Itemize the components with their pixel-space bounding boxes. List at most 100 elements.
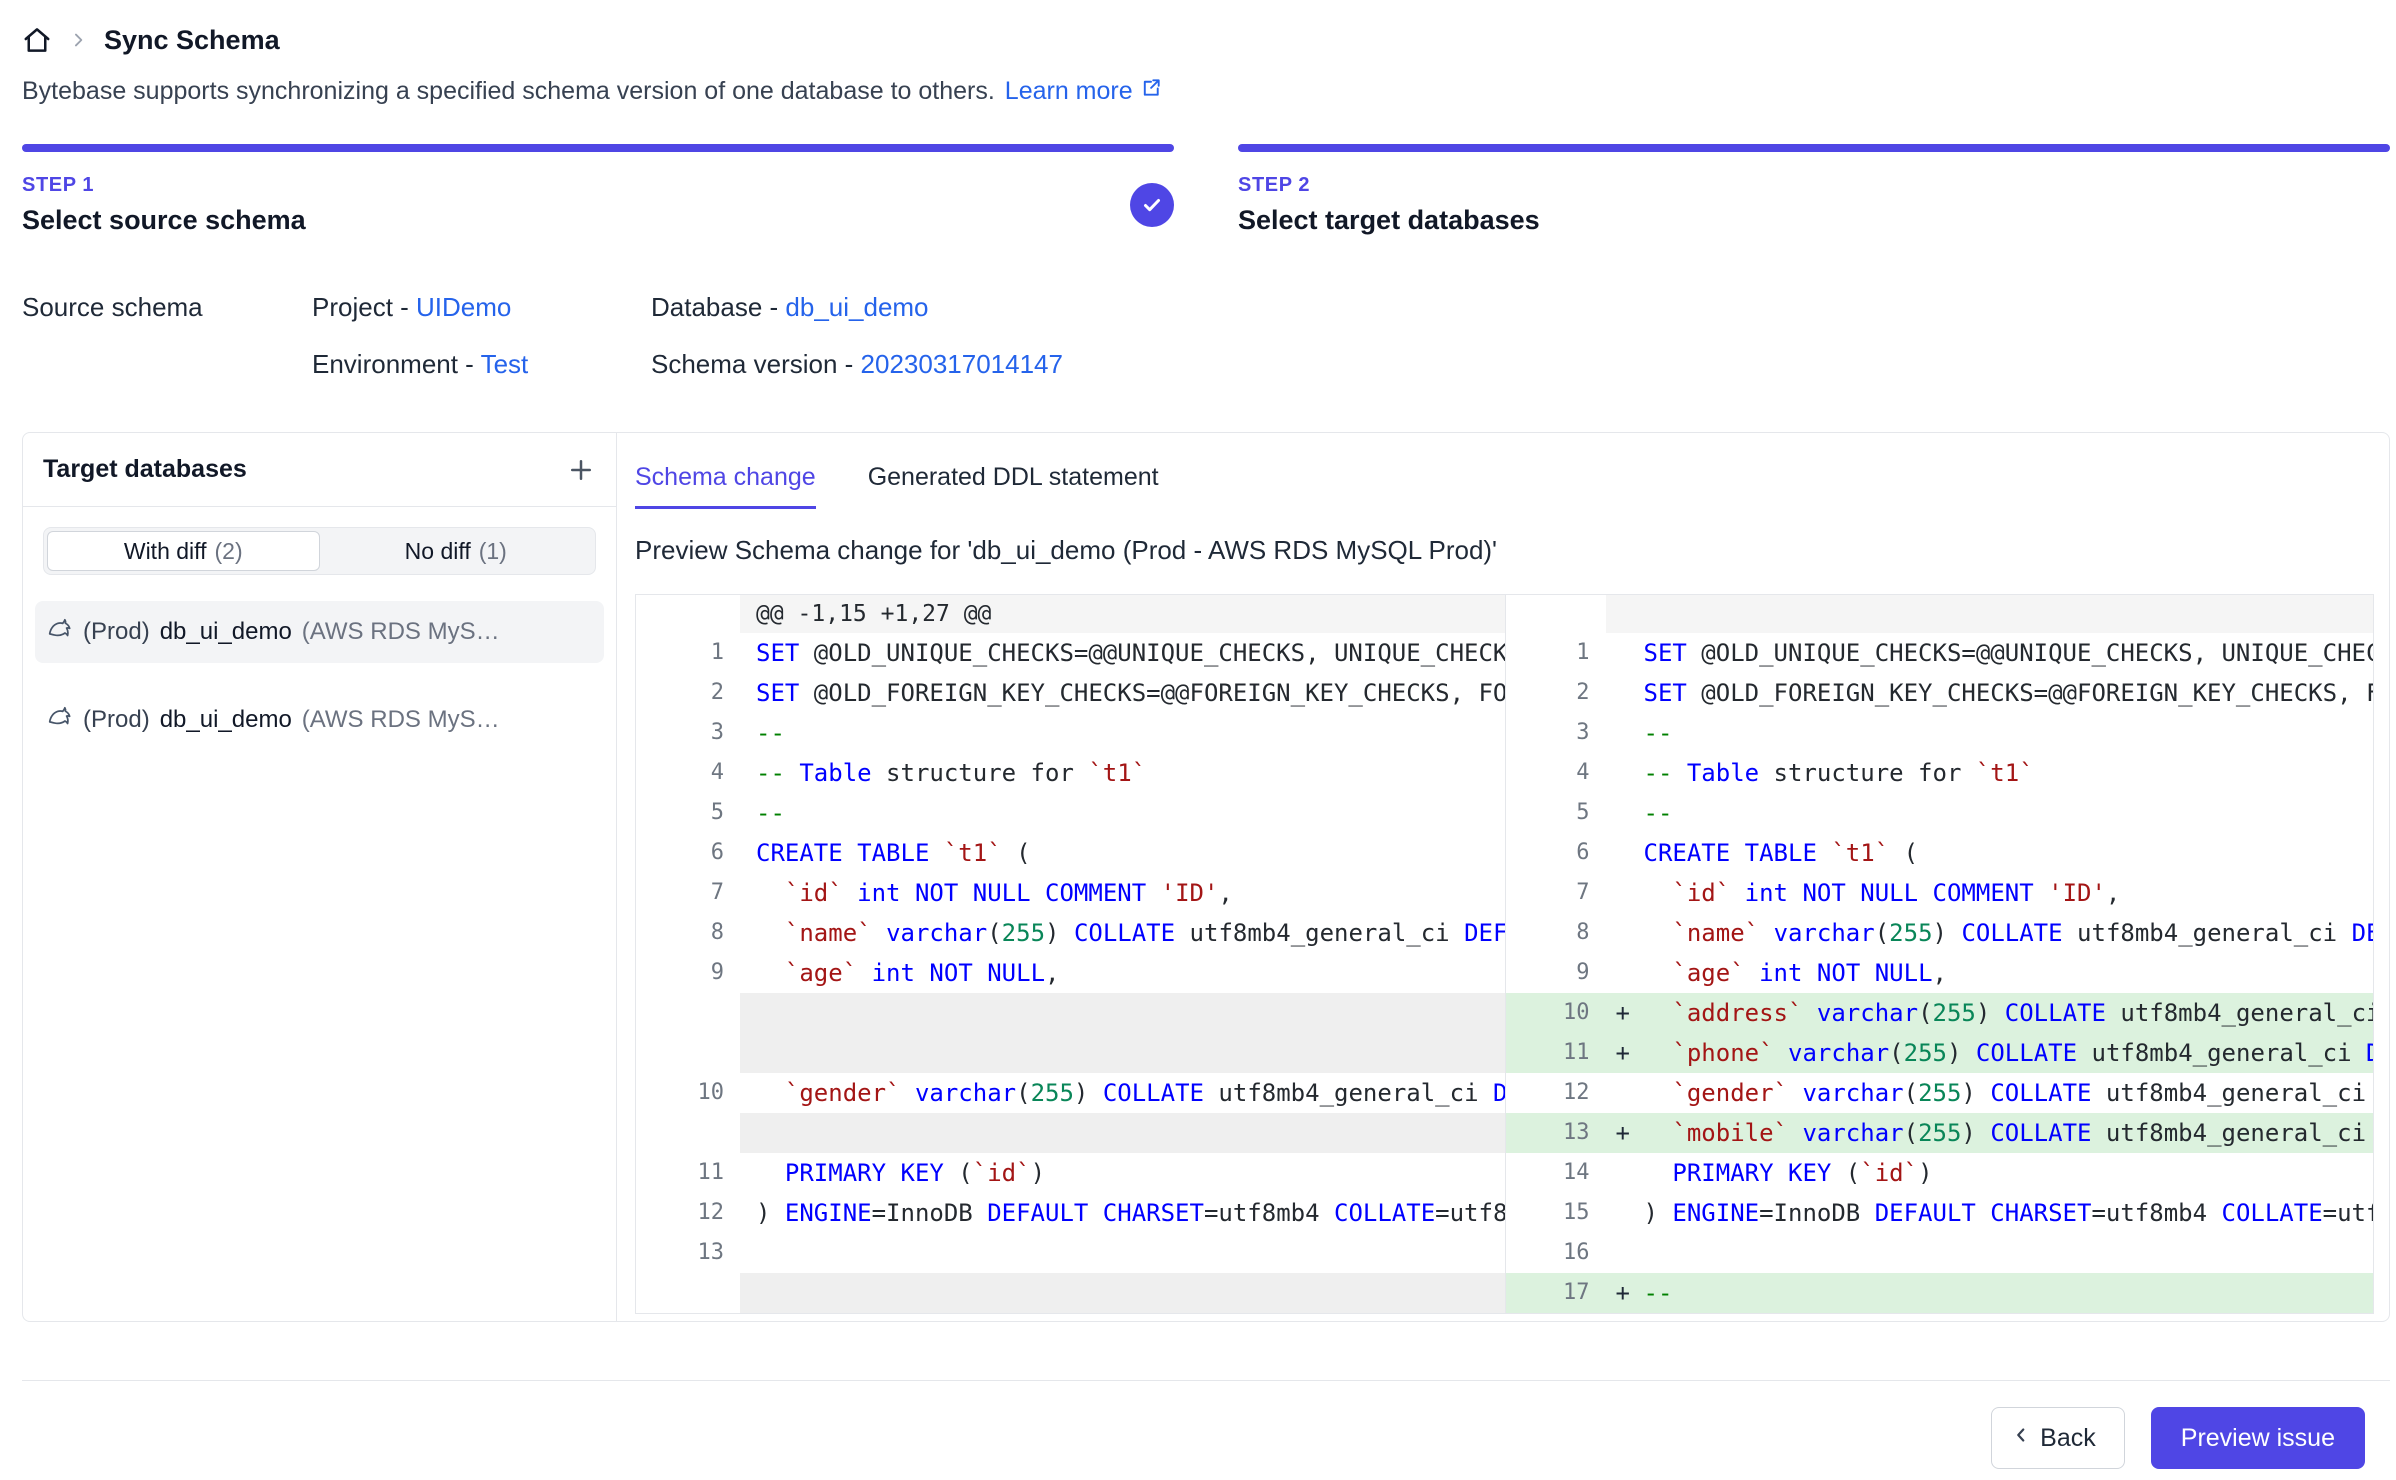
target-databases-panel: Target databases With diff (2) No diff (… — [23, 433, 617, 1321]
tab-schema-change[interactable]: Schema change — [635, 463, 816, 509]
diff-row: 7 `id` int NOT NULL COMMENT 'ID', — [1506, 873, 2374, 913]
diff-row: 13 — [636, 1233, 1505, 1273]
line-number: 6 — [636, 833, 740, 873]
target-database-list: (Prod) db_ui_demo (AWS RDS MyS… (Prod) d… — [23, 601, 616, 751]
environment-field-label: Environment - — [312, 349, 481, 379]
diff-row: 8 `name` varchar(255) COLLATE utf8mb4_ge… — [636, 913, 1505, 953]
diff-row: 8 `name` varchar(255) COLLATE utf8mb4_ge… — [1506, 913, 2374, 953]
diff-row: 7 `id` int NOT NULL COMMENT 'ID', — [636, 873, 1505, 913]
diff-marker — [740, 793, 756, 833]
diff-marker: + — [1606, 1273, 1644, 1313]
chevron-right-icon — [68, 30, 88, 50]
diff-row: 2SET @OLD_FOREIGN_KEY_CHECKS=@@FOREIGN_K… — [636, 673, 1505, 713]
preview-tabs: Schema change Generated DDL statement — [635, 463, 2374, 509]
diff-row: 11 PRIMARY KEY (`id`) — [636, 1153, 1505, 1193]
tab-no-diff[interactable]: No diff (1) — [320, 531, 593, 571]
line-number: 9 — [636, 953, 740, 993]
diff-marker — [740, 1113, 756, 1153]
mysql-icon — [47, 704, 73, 737]
line-number: 12 — [636, 1193, 740, 1233]
schema-version-link[interactable]: 20230317014147 — [861, 349, 1063, 379]
code-line: SET @OLD_UNIQUE_CHECKS=@@UNIQUE_CHECKS, … — [1644, 633, 2374, 673]
target-database-item-2[interactable]: (Prod) db_ui_demo (AWS RDS MyS… — [35, 689, 604, 751]
preview-issue-button[interactable]: Preview issue — [2151, 1407, 2365, 1469]
code-line: SET @OLD_FOREIGN_KEY_CHECKS=@@FOREIGN_KE… — [756, 673, 1505, 713]
source-schema-summary: Source schema Project - UIDemo Database … — [22, 292, 2390, 380]
code-line: SET @OLD_UNIQUE_CHECKS=@@UNIQUE_CHECKS, … — [756, 633, 1505, 673]
environment-link[interactable]: Test — [481, 349, 529, 379]
diff-row: 17+-- — [1506, 1273, 2374, 1313]
diff-marker — [1606, 1073, 1644, 1113]
tab-no-diff-label: No diff — [405, 538, 471, 565]
diff-marker — [740, 1233, 756, 1273]
target-database-item-1[interactable]: (Prod) db_ui_demo (AWS RDS MyS… — [35, 601, 604, 663]
code-line: -- — [1644, 1273, 2374, 1313]
diff-row: 5 -- — [636, 793, 1505, 833]
diff-marker — [1606, 793, 1644, 833]
diff-marker — [1606, 873, 1644, 913]
code-line: `id` int NOT NULL COMMENT 'ID', — [1644, 873, 2374, 913]
line-number: 7 — [1506, 873, 1606, 913]
schema-preview-section: Schema change Generated DDL statement Pr… — [617, 433, 2389, 1321]
sync-schema-page: Sync Schema Bytebase supports synchroniz… — [0, 0, 2396, 1480]
diff-row: 6CREATE TABLE `t1` ( — [636, 833, 1505, 873]
steps: STEP 1 Select source schema STEP 2 Selec… — [22, 144, 2390, 236]
line-number — [636, 993, 740, 1033]
footer-divider — [22, 1380, 2390, 1381]
line-number: 9 — [1506, 953, 1606, 993]
code-line — [756, 1273, 1505, 1313]
code-line: `age` int NOT NULL, — [756, 953, 1505, 993]
diff-marker — [740, 833, 756, 873]
diff-marker — [740, 873, 756, 913]
line-number: 16 — [1506, 1233, 1606, 1273]
database-link[interactable]: db_ui_demo — [785, 292, 928, 322]
diff-hunk-header — [1506, 595, 2374, 633]
step-2: STEP 2 Select target databases — [1238, 144, 2390, 236]
line-number: 3 — [1506, 713, 1606, 753]
diff-marker — [740, 1153, 756, 1193]
line-number: 11 — [636, 1153, 740, 1193]
project-link[interactable]: UIDemo — [416, 292, 511, 322]
line-number: 4 — [1506, 753, 1606, 793]
diff-marker — [1606, 673, 1644, 713]
line-number: 7 — [636, 873, 740, 913]
diff-row — [636, 1273, 1505, 1313]
schema-version-field: Schema version - 20230317014147 — [651, 349, 2390, 380]
code-line: -- — [756, 793, 1505, 833]
schema-version-field-label: Schema version - — [651, 349, 861, 379]
learn-more-link[interactable]: Learn more — [1005, 76, 1163, 106]
code-line: -- Table structure for `t1` — [1644, 753, 2374, 793]
database-field-label: Database - — [651, 292, 785, 322]
diff-marker — [1606, 1193, 1644, 1233]
diff-row: 3-- — [1506, 713, 2374, 753]
diff-marker — [1606, 753, 1644, 793]
diff-marker — [740, 913, 756, 953]
code-line — [756, 1033, 1505, 1073]
line-number: 5 — [636, 793, 740, 833]
diff-marker — [740, 673, 756, 713]
tab-with-diff[interactable]: With diff (2) — [47, 531, 320, 571]
back-button-label: Back — [2040, 1424, 2096, 1453]
home-icon[interactable] — [22, 25, 52, 55]
tab-with-diff-count: (2) — [215, 538, 243, 565]
line-number: 12 — [1506, 1073, 1606, 1113]
tab-generated-ddl[interactable]: Generated DDL statement — [868, 463, 1159, 509]
back-button[interactable]: Back — [1991, 1407, 2125, 1469]
breadcrumb: Sync Schema — [22, 18, 2390, 62]
line-number: 10 — [636, 1073, 740, 1113]
code-line: `address` varchar(255) COLLATE utf8mb4_g… — [1644, 993, 2374, 1033]
code-line: PRIMARY KEY (`id`) — [756, 1153, 1505, 1193]
db-name: db_ui_demo — [160, 618, 292, 646]
code-line: `name` varchar(255) COLLATE utf8mb4_gene… — [1644, 913, 2374, 953]
code-line: `gender` varchar(255) COLLATE utf8mb4_ge… — [756, 1073, 1505, 1113]
diff-marker — [740, 1193, 756, 1233]
diff-marker — [740, 753, 756, 793]
intro-line: Bytebase supports synchronizing a specif… — [22, 76, 2390, 106]
add-target-database-button[interactable] — [566, 455, 596, 485]
schema-diff-viewer[interactable]: @@ -1,15 +1,27 @@1SET @OLD_UNIQUE_CHECKS… — [635, 594, 2374, 1314]
step-2-title: Select target databases — [1238, 205, 1540, 236]
main-panel: Target databases With diff (2) No diff (… — [22, 432, 2390, 1322]
db-environment: (Prod) — [83, 706, 150, 734]
diff-row: 5-- — [1506, 793, 2374, 833]
diff-row: 1SET @OLD_UNIQUE_CHECKS=@@UNIQUE_CHECKS,… — [636, 633, 1505, 673]
